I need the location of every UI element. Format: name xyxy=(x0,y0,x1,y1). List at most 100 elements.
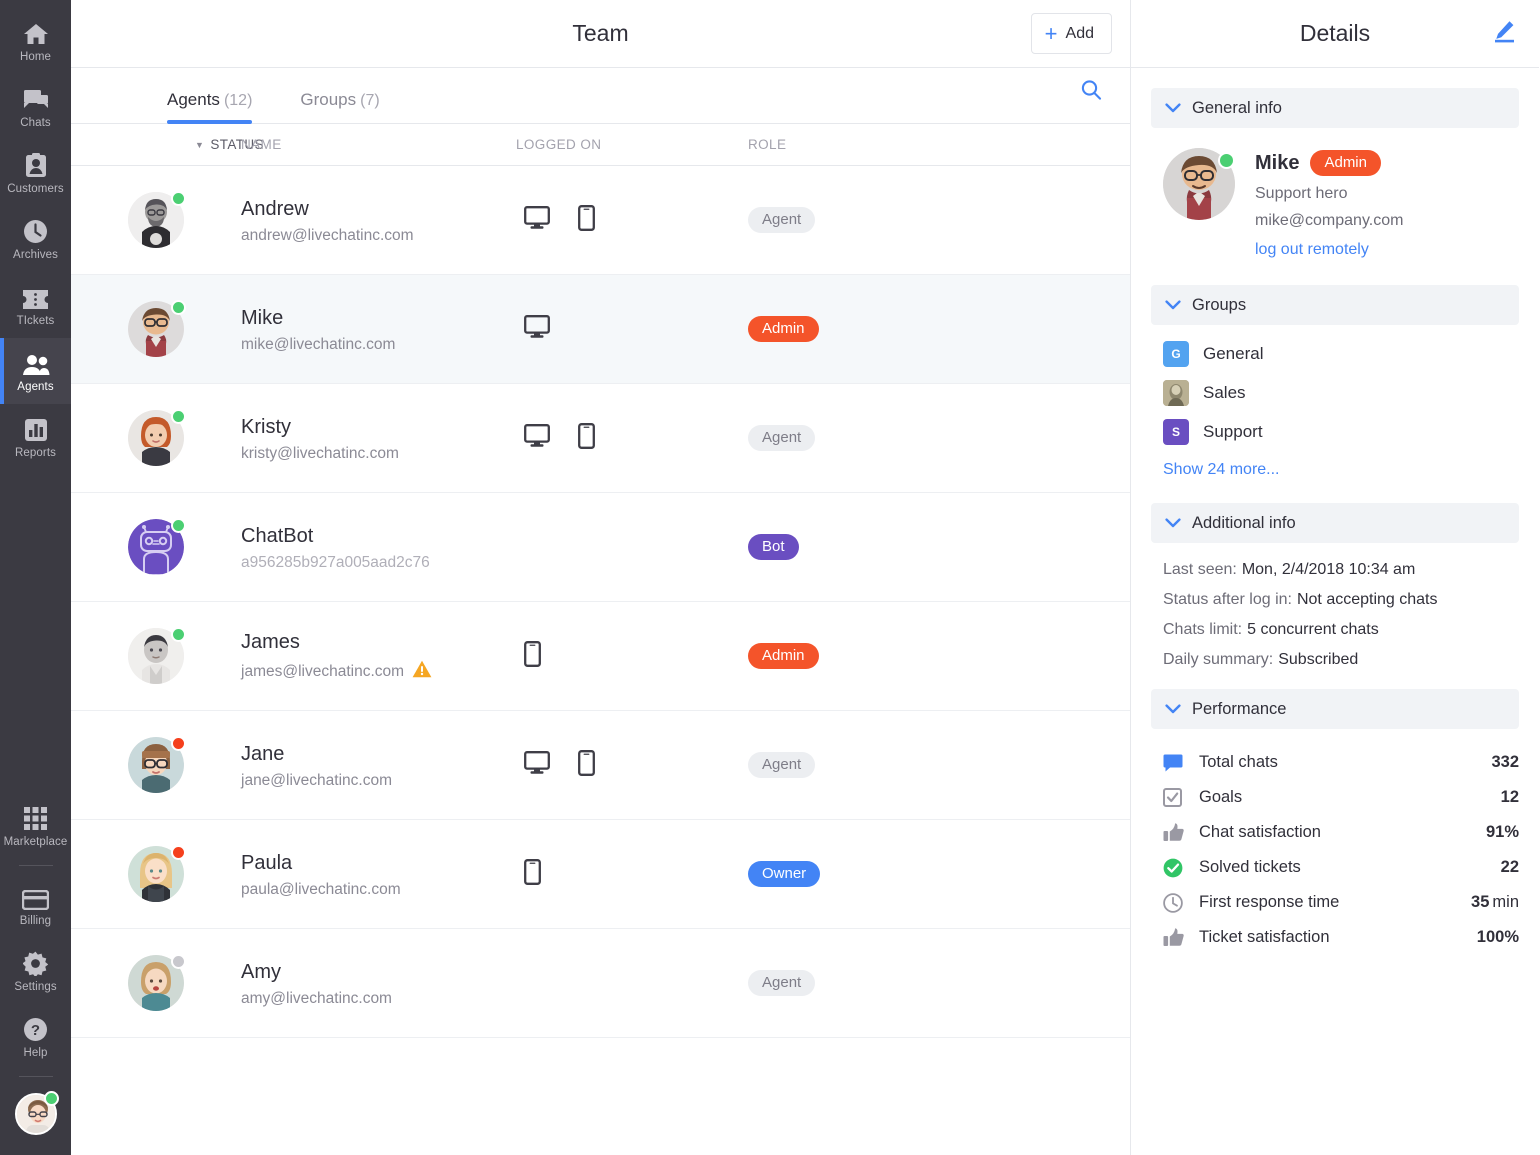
desktop-icon xyxy=(524,423,550,447)
agents-icon xyxy=(22,350,50,376)
role-badge: Admin xyxy=(748,316,819,342)
additional-info-key: Last seen: xyxy=(1163,561,1237,578)
thumbs-up-icon xyxy=(1163,928,1199,947)
status-dot xyxy=(171,954,186,969)
sidebar-item-label: TIckets xyxy=(16,314,55,327)
role-badge: Admin xyxy=(748,643,819,669)
sidebar-item-archives[interactable]: Archives xyxy=(0,206,71,272)
agent-name: James xyxy=(241,631,300,653)
performance-row: First response time 35 min xyxy=(1163,885,1519,920)
performance-label: Total chats xyxy=(1199,753,1278,771)
sidebar-item-reports[interactable]: Reports xyxy=(0,404,71,470)
agent-email-text: andrew@livechatinc.com xyxy=(241,226,414,244)
sidebar-item-label: Home xyxy=(19,50,52,63)
section-header-performance[interactable]: Performance xyxy=(1151,689,1519,729)
chats-icon xyxy=(23,86,49,112)
avatar xyxy=(128,518,186,575)
desktop-icon-wrap xyxy=(524,205,550,235)
pencil-icon xyxy=(1495,21,1514,43)
warning-icon[interactable] xyxy=(412,660,432,683)
billing-icon xyxy=(22,884,49,910)
sidebar-item-home[interactable]: Home xyxy=(0,8,71,74)
agent-email: james@livechatinc.com xyxy=(241,660,516,683)
search-icon xyxy=(1081,80,1102,100)
name-cell: Amy amy@livechatinc.com xyxy=(241,959,516,1008)
sidebar-item-agents[interactable]: Agents xyxy=(0,338,71,404)
section-header-groups[interactable]: Groups xyxy=(1151,285,1519,325)
tab-count: (7) xyxy=(360,92,380,109)
agent-name: Jane xyxy=(241,742,285,765)
profile-name: Mike xyxy=(1255,151,1300,174)
role-cell: Bot xyxy=(748,534,1130,560)
status-dot xyxy=(171,300,186,315)
agent-email-text: paula@livechatinc.com xyxy=(241,880,401,898)
group-item-general[interactable]: G General xyxy=(1163,341,1539,367)
sidebar-item-settings[interactable]: Settings xyxy=(0,938,71,1004)
table-row[interactable]: Mike mike@livechatinc.com Admin xyxy=(71,275,1130,384)
additional-info-value: 5 concurrent chats xyxy=(1247,621,1379,638)
performance-row: Total chats 332 xyxy=(1163,745,1519,780)
logged-on-devices xyxy=(516,749,748,781)
group-item-support[interactable]: S Support xyxy=(1163,419,1539,445)
edit-button[interactable] xyxy=(1491,18,1517,49)
app-root: Home Chats Customers Archives TIckets Agents R… xyxy=(0,0,1540,1155)
agent-email-text: a956285b927a005aad2c76 xyxy=(241,553,430,571)
sidebar-item-tickets[interactable]: TIckets xyxy=(0,272,71,338)
table-row[interactable]: Jane jane@livechatinc.com Agent xyxy=(71,711,1130,820)
sidebar-item-label: Help xyxy=(23,1046,48,1059)
additional-info-value: Mon, 2/4/2018 10:34 am xyxy=(1241,561,1416,578)
performance-row: Ticket satisfaction 100% xyxy=(1163,920,1519,955)
current-user-avatar[interactable] xyxy=(0,1083,71,1145)
status-dot xyxy=(44,1091,59,1106)
table-row[interactable]: ChatBot a956285b927a005aad2c76 Bot xyxy=(71,493,1130,602)
avatar xyxy=(128,954,186,1011)
table-row[interactable]: James james@livechatinc.com Admin xyxy=(71,602,1130,711)
group-item-sales[interactable]: Sales xyxy=(1163,380,1539,406)
home-icon xyxy=(23,20,49,46)
sidebar-item-help[interactable]: ? Help xyxy=(0,1004,71,1070)
desktop-icon xyxy=(524,750,550,774)
sidebar-item-marketplace[interactable]: Marketplace xyxy=(0,793,71,859)
details-title: Details xyxy=(1299,20,1371,46)
agent-email: kristy@livechatinc.com xyxy=(241,445,516,463)
performance-row: Goals 12 xyxy=(1163,780,1519,815)
tab-agents[interactable]: Agents (12) xyxy=(167,90,253,124)
mobile-icon-wrap xyxy=(524,858,541,890)
name-cell: Jane jane@livechatinc.com xyxy=(241,741,516,790)
additional-info-row: Daily summary: Subscribed xyxy=(1163,651,1539,669)
section-header-general-info[interactable]: General info xyxy=(1151,88,1519,128)
group-label: Sales xyxy=(1203,383,1246,402)
thumbs-up-icon xyxy=(1163,823,1199,842)
agent-name: Amy xyxy=(241,960,281,983)
column-header-status[interactable]: ▼ STATUS xyxy=(71,137,264,152)
agent-email-text: jane@livechatinc.com xyxy=(241,771,392,789)
table-row[interactable]: Andrew andrew@livechatinc.com Agent xyxy=(71,166,1130,275)
sidebar-item-chats[interactable]: Chats xyxy=(0,74,71,140)
performance-value: 100% xyxy=(1476,928,1519,946)
role-badge: Bot xyxy=(748,534,799,560)
section-label: Performance xyxy=(1192,699,1287,718)
sidebar-item-customers[interactable]: Customers xyxy=(0,140,71,206)
help-icon: ? xyxy=(23,1016,48,1042)
table-row[interactable]: Amy amy@livechatinc.com Agent xyxy=(71,929,1130,1038)
performance-label: Goals xyxy=(1199,788,1243,806)
tab-groups[interactable]: Groups (7) xyxy=(300,90,379,123)
add-button[interactable]: + Add xyxy=(1030,13,1112,54)
table-row[interactable]: Kristy kristy@livechatinc.com Agent xyxy=(71,384,1130,493)
section-header-additional-info[interactable]: Additional info xyxy=(1151,503,1519,543)
profile-role-badge: Admin xyxy=(1310,150,1381,176)
mobile-icon xyxy=(578,749,595,776)
performance-value: 35 min xyxy=(1471,893,1519,911)
log-out-remotely-link[interactable]: log out remotely xyxy=(1255,241,1369,259)
show-more-groups-link[interactable]: Show 24 more... xyxy=(1163,461,1280,479)
agent-email-text: mike@livechatinc.com xyxy=(241,335,396,353)
sidebar-item-billing[interactable]: Billing xyxy=(0,872,71,938)
additional-info-row: Status after log in: Not accepting chats xyxy=(1163,591,1539,609)
chat-bubble-icon xyxy=(1163,754,1199,772)
archives-icon xyxy=(23,218,48,244)
sort-caret-icon: ▼ xyxy=(195,139,205,150)
search-button[interactable] xyxy=(1074,73,1108,107)
table-row[interactable]: Paula paula@livechatinc.com Owner xyxy=(71,820,1130,929)
customers-icon xyxy=(25,152,47,178)
performance-row: Chat satisfaction 91% xyxy=(1163,815,1519,850)
